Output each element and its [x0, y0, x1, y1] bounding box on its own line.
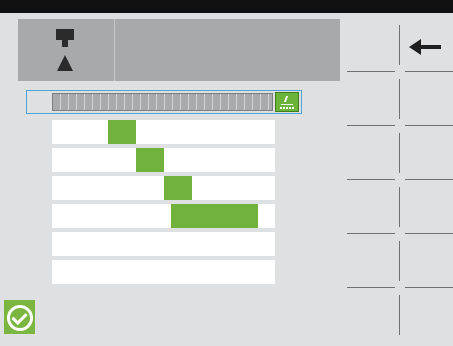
softkey-divider: [399, 133, 400, 173]
softkey-divider: [405, 125, 453, 126]
softkey-divider: [399, 79, 400, 119]
softkey-panel: [345, 13, 453, 346]
ruler-scale-ticks: [280, 107, 294, 109]
schedule-bar[interactable]: [164, 176, 192, 200]
tool-tip-shape: [57, 55, 73, 71]
back-button[interactable]: [403, 29, 449, 65]
schedule-row[interactable]: [52, 204, 275, 228]
schedule-row[interactable]: [52, 232, 275, 256]
tool-stem-shape: [62, 40, 68, 47]
softkey-divider: [399, 25, 400, 65]
ruler-scale-button[interactable]: [275, 92, 299, 112]
tool-head-shape: [56, 29, 74, 40]
softkey-divider: [405, 71, 453, 72]
back-arrow-shaft: [419, 45, 441, 49]
schedule-row[interactable]: [52, 176, 275, 200]
ruler-scale-icon: [283, 96, 289, 102]
confirm-button[interactable]: [4, 300, 35, 334]
softkey-divider: [347, 287, 395, 288]
softkey-divider: [399, 241, 400, 281]
softkey-divider: [347, 233, 395, 234]
tool-icon[interactable]: [46, 27, 86, 73]
schedule-row[interactable]: [52, 120, 275, 144]
schedule-bar[interactable]: [171, 204, 258, 228]
softkey-divider: [405, 179, 453, 180]
softkey-divider: [405, 233, 453, 234]
schedule-row[interactable]: [52, 260, 275, 284]
softkey-divider: [399, 187, 400, 227]
top-toolbar: [18, 19, 340, 81]
softkey-divider: [347, 125, 395, 126]
schedule-bar[interactable]: [136, 148, 164, 172]
screen: [0, 13, 453, 346]
softkey-divider: [347, 179, 395, 180]
softkey-divider: [405, 287, 453, 288]
toolbar-divider: [114, 19, 115, 81]
time-ruler: [52, 93, 273, 111]
softkey-divider: [399, 295, 400, 335]
schedule-bar[interactable]: [108, 120, 136, 144]
softkey-divider: [347, 71, 395, 72]
schedule-row[interactable]: [52, 148, 275, 172]
ruler-scale-line: [281, 104, 293, 105]
